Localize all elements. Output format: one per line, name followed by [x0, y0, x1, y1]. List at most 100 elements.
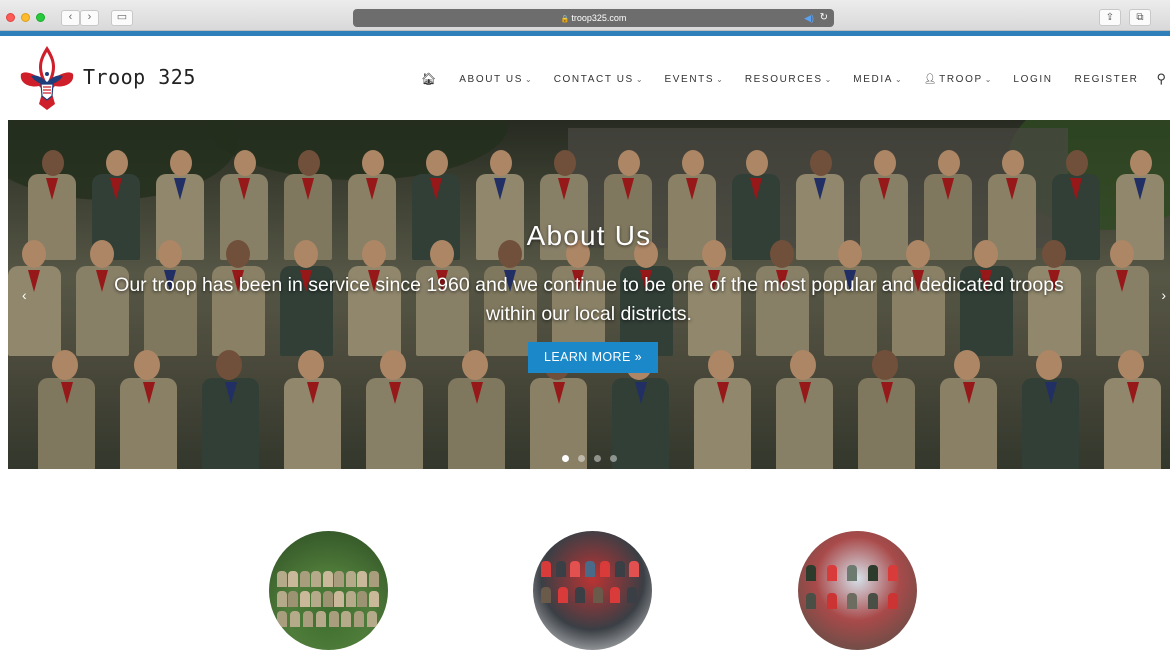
- photo-figure: [299, 591, 310, 607]
- hero-title: About Us: [526, 220, 652, 251]
- feature-image-campout[interactable]: [533, 531, 652, 650]
- photo-figure: [322, 591, 333, 607]
- photo-figure: [575, 587, 586, 603]
- photo-figure: [585, 561, 596, 577]
- back-button[interactable]: ‹: [61, 10, 80, 26]
- nav-contact-us[interactable]: CONTACT US ⌄: [554, 74, 643, 85]
- photo-figure: [826, 593, 837, 609]
- photo-row: [541, 587, 644, 603]
- home-icon[interactable]: 🏠︎: [421, 72, 436, 86]
- photo-figure: [867, 593, 878, 609]
- share-button[interactable]: ⇪: [1099, 9, 1121, 26]
- photo-figure: [847, 593, 858, 609]
- slider-dot[interactable]: [594, 455, 601, 462]
- learn-more-button[interactable]: LEARN MORE »: [528, 342, 658, 373]
- photo-figure: [888, 565, 899, 581]
- main-nav: 🏠︎ ABOUT US ⌄ CONTACT US ⌄ EVENTS ⌄ RESOURC…: [421, 71, 1170, 87]
- nav-label: RESOURCES: [744, 73, 823, 85]
- tabs-icon: ⧉: [1136, 12, 1144, 23]
- photo-figure: [888, 593, 899, 609]
- nav-resources[interactable]: RESOURCES ⌄: [745, 74, 831, 85]
- user-icon: 👤︎: [923, 73, 940, 85]
- chevron-left-icon[interactable]: ‹: [22, 287, 27, 303]
- nav-label: EVENTS: [664, 73, 715, 85]
- photo-figure: [311, 591, 322, 607]
- nav-label: ABOUT US: [459, 73, 524, 85]
- photo-figure: [558, 587, 569, 603]
- nav-label: TROOP: [939, 73, 983, 85]
- photo-figure: [609, 587, 620, 603]
- photo-figure: [345, 591, 356, 607]
- audio-icon[interactable]: ◀): [804, 9, 814, 27]
- minimize-window-button[interactable]: [21, 13, 30, 22]
- nav-events[interactable]: EVENTS ⌄: [665, 74, 723, 85]
- sidebar-icon: ▭: [116, 11, 128, 23]
- photo-figure: [614, 561, 625, 577]
- site-header: Troop 325 🏠︎ ABOUT US ⌄ CONTACT US ⌄ EVENT…: [0, 36, 1170, 120]
- hero-subtitle: Our troop has been in service since 1960…: [114, 274, 1064, 325]
- nav-register[interactable]: REGISTER: [1075, 74, 1139, 85]
- nav-about-us[interactable]: ABOUT US ⌄: [459, 74, 531, 85]
- chevron-right-icon[interactable]: ›: [1161, 287, 1166, 303]
- photo-figure: [311, 571, 322, 587]
- slider-dot[interactable]: [610, 455, 617, 462]
- url-text: troop325.com: [571, 13, 627, 23]
- search-icon[interactable]: ⚲: [1156, 71, 1166, 87]
- bsa-logo[interactable]: [17, 44, 77, 112]
- photo-figure: [345, 571, 356, 587]
- nav-label: MEDIA: [853, 73, 893, 85]
- sidebar-toggle-button[interactable]: ▭: [111, 10, 133, 26]
- photo-figure: [299, 571, 310, 587]
- photo-figure: [354, 611, 365, 627]
- photo-figure: [806, 593, 816, 609]
- photo-figure: [288, 571, 299, 587]
- photo-figure: [599, 561, 610, 577]
- tab-overview-button[interactable]: ⧉: [1129, 9, 1151, 26]
- chevron-right-icon: ›: [87, 11, 92, 23]
- feature-image-hiking[interactable]: [798, 531, 917, 650]
- photo-figure: [626, 587, 637, 603]
- chevron-left-icon: ‹: [68, 11, 73, 23]
- photo-figure: [277, 591, 287, 607]
- hero-slider: About Us Our troop has been in service s…: [8, 120, 1170, 469]
- photo-row: [806, 565, 909, 581]
- photo-figure: [806, 565, 816, 581]
- nav-label: CONTACT US: [553, 73, 634, 85]
- share-icon: ⇪: [1105, 12, 1115, 23]
- chevron-down-icon: ⌄: [824, 74, 832, 84]
- photo-figure: [541, 587, 551, 603]
- reload-icon[interactable]: ↻: [820, 9, 828, 27]
- chevron-down-icon: ⌄: [716, 74, 723, 84]
- feature-image-group-photo[interactable]: [269, 531, 388, 650]
- photo-row: [541, 561, 644, 577]
- close-window-button[interactable]: [6, 13, 15, 22]
- photo-figure: [826, 565, 837, 581]
- photo-figure: [302, 611, 313, 627]
- slider-dot[interactable]: [562, 455, 569, 462]
- site-title[interactable]: Troop 325: [83, 65, 196, 89]
- photo-figure: [368, 571, 379, 587]
- address-bar[interactable]: 🔒 troop325.com ◀) ↻: [353, 9, 834, 27]
- photo-figure: [555, 561, 566, 577]
- forward-button[interactable]: ›: [80, 10, 99, 26]
- nav-login[interactable]: LOGIN: [1013, 74, 1052, 85]
- photo-figure: [847, 565, 858, 581]
- photo-figure: [592, 587, 603, 603]
- photo-figure: [315, 611, 326, 627]
- maximize-window-button[interactable]: [36, 13, 45, 22]
- photo-figure: [867, 565, 878, 581]
- photo-figure: [277, 571, 287, 587]
- photo-figure: [368, 591, 379, 607]
- photo-figure: [357, 591, 368, 607]
- chevron-down-icon: ⌄: [984, 74, 992, 84]
- photo-figure: [288, 591, 299, 607]
- chevron-down-icon: ⌄: [635, 74, 643, 84]
- photo-figure: [357, 571, 368, 587]
- chevron-down-icon: ⌄: [525, 74, 532, 84]
- nav-troop[interactable]: 👤︎ TROOP ⌄: [924, 74, 992, 85]
- photo-figure: [289, 611, 300, 627]
- slider-dot[interactable]: [578, 455, 585, 462]
- nav-media[interactable]: MEDIA ⌄: [853, 74, 901, 85]
- photo-figure: [277, 611, 287, 627]
- slider-dots: [562, 455, 617, 462]
